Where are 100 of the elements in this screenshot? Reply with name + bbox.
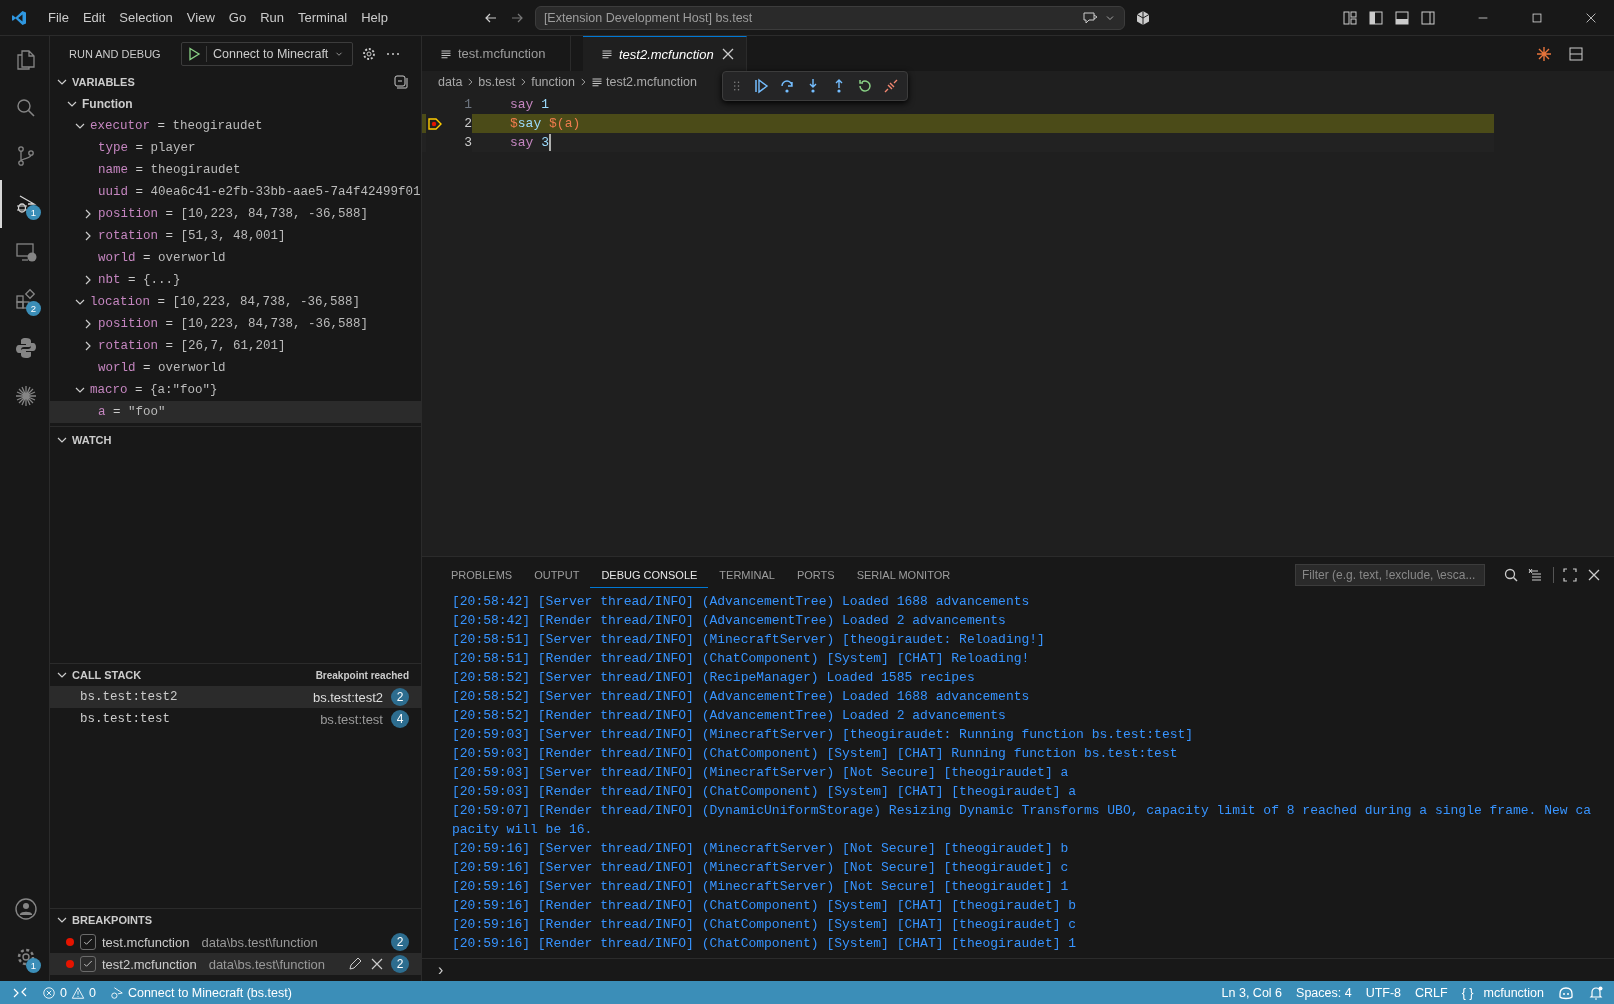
file-icon [601,48,613,60]
variable-row[interactable]: location = [10,223, 84,738, -36,588] [50,291,421,313]
menu-item[interactable]: Help [354,8,395,27]
line-badge: 2 [391,955,409,973]
section-header[interactable]: VARIABLES [72,76,135,88]
line-ending-status[interactable]: CRLF [1415,985,1448,1000]
menu-item[interactable]: Selection [112,8,180,27]
variable-row[interactable]: a = "foo" [50,401,421,423]
menu-item[interactable]: File [41,8,76,27]
variable-row[interactable]: type = player [50,137,421,159]
variable-row[interactable]: rotation = [26,7, 61,201] [50,335,421,357]
section-header[interactable]: WATCH [72,434,112,446]
panel-tab[interactable]: OUTPUT [523,561,591,588]
breadcrumb[interactable]: test2.mcfunction [605,75,697,89]
variable-row[interactable]: uuid = 40ea6c41-e2fb-33bb-aae5-7a4f42499f01 [50,181,421,203]
breadcrumb[interactable]: function [531,75,575,89]
indentation-status[interactable]: Spaces: 4 [1296,985,1352,1000]
variable-row[interactable]: name = theogiraudet [50,159,421,181]
panel-tab[interactable]: PORTS [785,561,846,588]
play-icon[interactable] [186,45,207,62]
maximize-icon[interactable] [1530,10,1544,25]
maximize-panel-icon[interactable] [1562,566,1578,583]
section-header[interactable]: BREAKPOINTS [72,914,153,926]
line-badge: 2 [391,688,409,706]
panel-tab[interactable]: SERIAL MONITOR [845,561,962,588]
check-icon [82,958,94,970]
search-icon[interactable] [1503,566,1519,583]
variable-row[interactable]: position = [10,223, 84,738, -36,588] [50,203,421,225]
python-icon[interactable] [13,336,38,360]
variable-row[interactable]: world = overworld [50,357,421,379]
text-cursor [549,134,552,151]
menu-item[interactable]: Go [221,8,254,27]
menu-item[interactable]: Run [253,8,291,27]
console-line: [20:58:51] [Render thread/INFO] (ChatComponent) [System] [CHAT] Reloading! [452,650,1031,668]
variable-row[interactable]: rotation = [51,3, 48,001] [50,225,421,247]
menu-item[interactable]: View [179,8,222,27]
line-badge: 2 [391,933,409,951]
chat-icon[interactable] [1081,9,1098,26]
split-editor-icon[interactable] [1568,45,1584,62]
editor-tab[interactable]: test.mcfunction [422,36,571,71]
account-icon[interactable] [13,897,38,921]
clear-console-icon[interactable] [1527,566,1543,583]
remote-icon[interactable] [13,240,38,264]
sidebar-toggle-icon[interactable] [1368,9,1384,26]
filter-field[interactable]: Filter (e.g. text, !exclude, \esca... [1295,563,1485,586]
breakpoint-row[interactable]: test.mcfunction data\bs.test\function 2 [50,931,421,953]
warning-count[interactable]: 0 [88,985,96,1000]
variable-row[interactable]: position = [10,223, 84,738, -36,588] [50,313,421,335]
sidebar-title: RUN AND DEBUG [69,47,162,60]
secondary-sidebar-icon[interactable] [1420,9,1436,26]
settings-icon[interactable] [361,45,378,62]
spark-icon[interactable] [1536,45,1552,62]
layout-icon[interactable] [1342,9,1358,26]
restart-icon[interactable] [857,78,873,94]
edit-icon[interactable] [347,956,363,972]
breakpoint-dot-icon [66,938,74,946]
code-text: $say $(a) [510,116,581,131]
language-icon[interactable]: { } [1461,985,1474,1000]
panel-tab[interactable]: DEBUG CONSOLE [590,561,709,588]
cube-icon[interactable] [1134,9,1151,26]
stack-frame[interactable]: bs.test:test bs.test:test 4 [50,708,421,730]
variable-row[interactable]: executor = theogiraudet [50,115,421,137]
warning-icon[interactable] [70,985,85,1000]
encoding-status[interactable]: UTF-8 [1365,985,1402,1000]
console-line: [20:58:42] [Render thread/INFO] (AdvancementTree) Loaded 2 advancements [452,612,1007,630]
checkbox[interactable] [80,934,96,950]
section-header[interactable]: CALL STACK [72,669,142,681]
spark-icon[interactable] [13,384,38,408]
language-mode[interactable]: mcfunction [1483,985,1544,1000]
stack-frame[interactable]: bs.test:test2 bs.test:test2 2 [50,686,421,708]
menu-item[interactable]: Edit [75,8,113,27]
notification-bell-icon[interactable] [1588,984,1604,1001]
cursor-position[interactable]: Ln 3, Col 6 [1221,985,1283,1000]
variable-row[interactable]: macro = {a:"foo"} [50,379,421,401]
console-prompt[interactable]: › [438,961,444,979]
collapse-all-icon[interactable] [393,74,409,90]
error-icon[interactable] [42,985,56,1000]
console-line: [20:58:52] [Server thread/INFO] (AdvancementTree) Loaded 1688 advancements [452,688,1031,706]
continue-icon[interactable] [753,78,769,94]
copilot-icon[interactable] [1558,984,1574,1001]
checkbox[interactable] [80,956,96,972]
editor-tab[interactable]: test2.mcfunction [583,35,747,72]
variable-row[interactable]: Function [50,93,421,115]
extensions-icon[interactable] [13,288,38,312]
menu-item[interactable]: Terminal [291,8,355,27]
breakpoint-row[interactable]: test2.mcfunction data\bs.test\function 2 [50,953,421,975]
step-over-icon[interactable] [779,78,795,94]
debug-session-status[interactable]: Connect to Minecraft (bs.test) [127,985,292,1000]
disconnect-icon[interactable] [883,78,899,94]
console-line: [20:58:42] [Server thread/INFO] (AdvancementTree) Loaded 1688 advancements [452,593,1031,611]
breadcrumb[interactable]: bs.test [478,75,516,89]
panel-toggle-icon[interactable] [1394,9,1410,26]
error-count[interactable]: 0 [60,985,67,1000]
console-line: [20:59:03] [Server thread/INFO] (MinecraftServer) [theogiraudet: Running function bs.test:test] [452,726,1195,744]
panel-tab[interactable]: PROBLEMS [440,561,524,588]
close-icon[interactable] [369,956,385,972]
breadcrumb[interactable]: data [438,75,463,89]
panel-tab[interactable]: TERMINAL [708,561,786,588]
variable-row[interactable]: nbt = {...} [50,269,421,291]
variable-row[interactable]: world = overworld [50,247,421,269]
